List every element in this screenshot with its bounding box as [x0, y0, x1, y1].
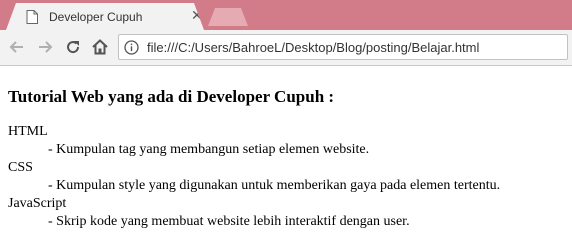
arrow-left-icon[interactable] — [8, 38, 26, 56]
arrow-right-icon[interactable] — [36, 38, 54, 56]
term-html: HTML — [8, 124, 48, 139]
address-bar[interactable]: file:///C:/Users/BahroeL/Desktop/Blog/po… — [118, 34, 568, 60]
desc-html: - Kumpulan tag yang membangun setiap ele… — [48, 142, 370, 157]
tab-title: Developer Cupuh — [49, 10, 143, 24]
tab-strip: Developer Cupuh ✕ — [0, 0, 572, 30]
info-icon[interactable] — [124, 40, 139, 55]
definition-list: HTML - Kumpulan tag yang membangun setia… — [8, 123, 500, 231]
desc-javascript: - Skrip kode yang membuat website lebih … — [48, 214, 410, 229]
new-tab-button[interactable] — [208, 8, 248, 26]
browser-tab[interactable]: Developer Cupuh ✕ — [6, 3, 204, 30]
reload-icon[interactable] — [64, 38, 82, 56]
term-javascript: JavaScript — [8, 196, 67, 211]
home-icon[interactable] — [91, 38, 109, 56]
term-css: CSS — [8, 160, 33, 175]
close-icon[interactable]: ✕ — [191, 9, 203, 23]
page-icon — [26, 10, 38, 24]
page-heading: Tutorial Web yang ada di Developer Cupuh… — [8, 87, 335, 106]
desc-css: - Kumpulan style yang digunakan untuk me… — [48, 178, 501, 193]
browser-toolbar: file:///C:/Users/BahroeL/Desktop/Blog/po… — [0, 30, 572, 66]
url-text: file:///C:/Users/BahroeL/Desktop/Blog/po… — [147, 40, 480, 55]
